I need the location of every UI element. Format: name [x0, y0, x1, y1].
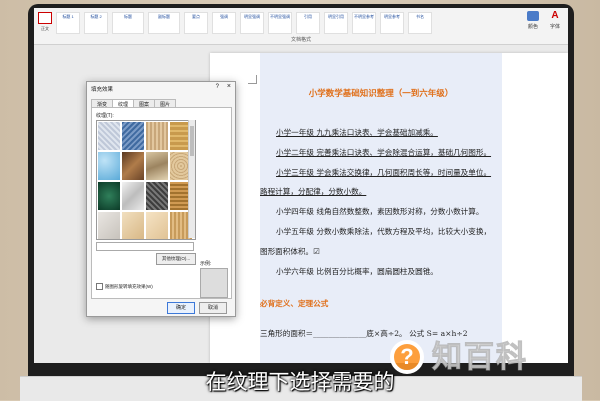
- style-item[interactable]: 标题 1: [56, 12, 80, 34]
- paragraph: 小学六年级 比例百分比概率，圆扇圆柱及圆锥。: [276, 267, 438, 276]
- paragraph: 小学四年级 线角自然数整数，素因数形对称，分数小数计算。: [276, 207, 484, 216]
- texture-tile[interactable]: [146, 212, 168, 239]
- texture-tab-panel: 纹理(T): 其他纹理(O)... 随图形旋转填充效果(W) 示例:: [91, 107, 232, 299]
- texture-tile[interactable]: [122, 182, 144, 210]
- ribbon-right-group: 颜色 A 字体: [524, 11, 564, 39]
- ribbon-group-label: 文档格式: [290, 37, 311, 43]
- texture-tile[interactable]: [98, 152, 120, 180]
- texture-grid: [96, 120, 196, 240]
- paragraph: 小学一年级 九九乘法口诀表、学会基础加减乘。: [276, 128, 438, 137]
- texture-scrollbar[interactable]: [188, 120, 195, 238]
- style-item[interactable]: 不明显强调: [268, 12, 292, 34]
- fill-effects-dialog: 填充效果 ? × 渐变 纹理 图案 图片 纹理(T): 其他纹理(O)... 随…: [86, 81, 236, 317]
- texture-tile[interactable]: [98, 212, 120, 239]
- ribbon-normal-style[interactable]: 正文: [36, 12, 54, 36]
- style-item[interactable]: 明显参考: [380, 12, 404, 34]
- texture-tile[interactable]: [122, 212, 144, 239]
- texture-tile[interactable]: [98, 182, 120, 210]
- style-thumbnail-icon: [38, 12, 52, 24]
- close-icon[interactable]: ×: [227, 83, 231, 90]
- texture-name-field: [96, 242, 194, 251]
- paragraph: 图形面积体积。☑: [260, 247, 320, 256]
- paragraph: 小学三年级 学会乘法交换律，几何面积周长等，时间量及单位。: [276, 168, 492, 177]
- margin-mark: [248, 75, 257, 84]
- style-item[interactable]: 副标题: [148, 12, 180, 34]
- rotate-with-shape-checkbox[interactable]: 随图形旋转填充效果(W): [96, 283, 153, 290]
- style-item[interactable]: 标题: [112, 12, 144, 34]
- other-texture-button[interactable]: 其他纹理(O)...: [156, 253, 196, 265]
- texture-tile[interactable]: [98, 122, 120, 150]
- paragraph: 小学五年级 分数小数乘除法，代数方程及平均，比较大小变换，: [276, 227, 492, 236]
- monitor-screen: 正文 标题 1 标题 2 标题 副标题 要点 强调 明显强调 不明显强调 引用 …: [34, 8, 568, 363]
- section-heading: 必背定义、定理公式: [260, 299, 329, 308]
- style-item[interactable]: 明显强调: [240, 12, 264, 34]
- palette-icon: [527, 11, 539, 21]
- texture-tile[interactable]: [122, 152, 144, 180]
- sample-preview: [200, 268, 228, 298]
- help-icon[interactable]: ?: [216, 84, 219, 90]
- style-item[interactable]: 书名: [408, 12, 432, 34]
- sample-label: 示例:: [200, 261, 212, 267]
- texture-tile[interactable]: [146, 122, 168, 150]
- font-icon: A: [551, 10, 559, 21]
- fonts-button[interactable]: A 字体: [546, 11, 564, 39]
- ribbon-mini-label: 正文: [41, 26, 49, 31]
- paragraph: 小学二年级 完善乘法口诀表、学会除混合运算，基础几何图形。: [276, 148, 492, 157]
- document-page[interactable]: 小学数学基础知识整理（一到六年级） 小学一年级 九九乘法口诀表、学会基础加减乘。…: [210, 53, 568, 363]
- document-title: 小学数学基础知识整理（一到六年级）: [308, 89, 454, 99]
- checkbox-label: 随图形旋转填充效果(W): [105, 283, 153, 289]
- colors-label: 颜色: [527, 24, 538, 30]
- style-item[interactable]: 强调: [212, 12, 236, 34]
- colors-button[interactable]: 颜色: [524, 11, 542, 39]
- texture-label: 纹理(T):: [96, 113, 114, 119]
- style-item[interactable]: 明显引用: [324, 12, 348, 34]
- ribbon: 正文 标题 1 标题 2 标题 副标题 要点 强调 明显强调 不明显强调 引用 …: [34, 8, 568, 45]
- video-subtitle: 在纹理下选择需要的: [205, 370, 395, 394]
- dialog-title: 填充效果: [91, 87, 114, 93]
- ok-button[interactable]: 确定: [167, 302, 195, 314]
- style-item[interactable]: 要点: [184, 12, 208, 34]
- style-item[interactable]: 标题 2: [84, 12, 108, 34]
- cancel-button[interactable]: 取消: [199, 302, 227, 314]
- fonts-label: 字体: [549, 24, 560, 30]
- texture-tile[interactable]: [122, 122, 144, 150]
- style-gallery: 标题 1 标题 2 标题 副标题 要点 强调 明显强调 不明显强调 引用 明显引…: [56, 12, 526, 34]
- page-content[interactable]: 小学数学基础知识整理（一到六年级） 小学一年级 九九乘法口诀表、学会基础加减乘。…: [260, 53, 502, 363]
- checkbox-box[interactable]: [96, 283, 103, 290]
- style-item[interactable]: 不明显参考: [352, 12, 376, 34]
- paragraph: 路程计算，分配律，分数小数。: [260, 187, 367, 196]
- style-item[interactable]: 引用: [296, 12, 320, 34]
- texture-tile[interactable]: [146, 182, 168, 210]
- texture-tile[interactable]: [146, 152, 168, 180]
- scrollbar-thumb[interactable]: [190, 126, 194, 156]
